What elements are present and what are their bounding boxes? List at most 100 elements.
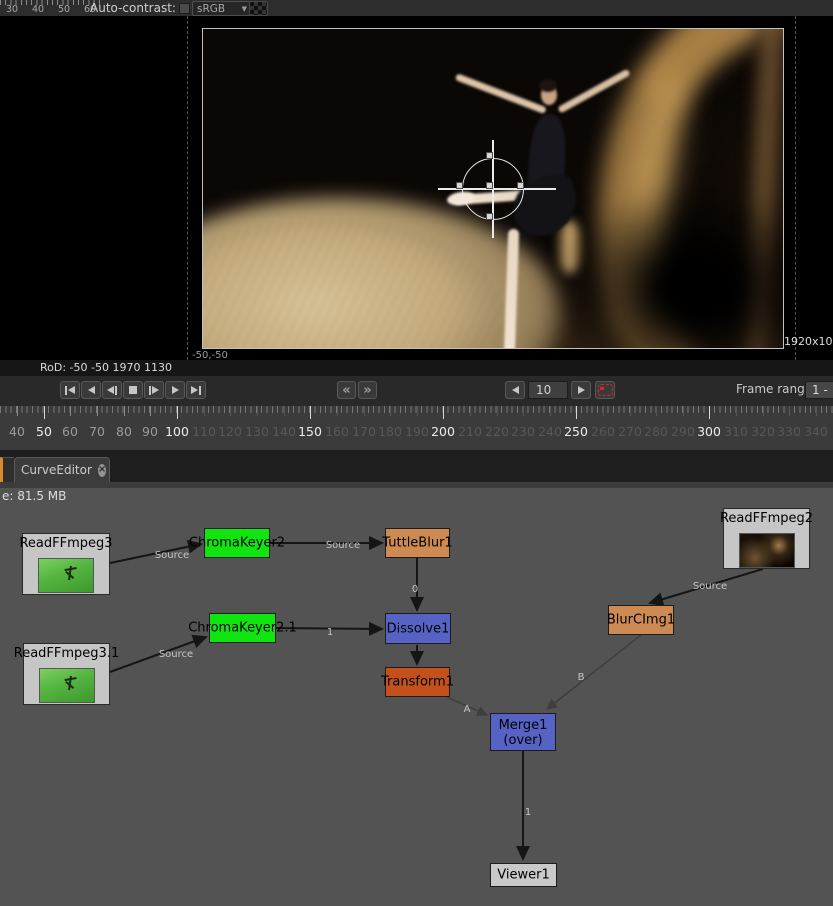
timeline-frame-number: 310 xyxy=(724,424,748,439)
prev-keyframe-icon: « xyxy=(342,384,350,397)
timeline-major-tick xyxy=(364,406,365,416)
transform-widget-circle[interactable] xyxy=(462,158,524,220)
step-forward-button[interactable] xyxy=(144,381,164,399)
ballerina-hair xyxy=(539,79,557,92)
node-dissolve1[interactable]: Dissolve1 xyxy=(385,613,451,644)
transport-controls: « » 10 Frame range 1 - xyxy=(0,376,833,406)
edge-blurcimg1-to-merge1[interactable] xyxy=(547,635,641,709)
greenscreen-thumbnail xyxy=(39,668,95,703)
timeline-frame-number: 280 xyxy=(644,424,668,439)
timeline-major-tick xyxy=(310,406,311,419)
timeline-major-tick xyxy=(124,406,125,416)
timeline-major-tick xyxy=(390,406,391,416)
skip-end-icon xyxy=(199,386,201,395)
node-label: Transform1 xyxy=(381,675,454,690)
transform-left-handle[interactable] xyxy=(456,182,463,189)
node-chromakeyer2-1[interactable]: ChromaKeyer2.1 xyxy=(209,613,276,643)
step-back-icon xyxy=(115,386,117,395)
play-forward-button[interactable] xyxy=(165,381,185,399)
play-backward-button[interactable] xyxy=(81,381,101,399)
play-fwd-icon xyxy=(172,386,179,394)
timeline-frame-number: 50 xyxy=(36,424,52,439)
next-frame-button[interactable] xyxy=(571,381,591,399)
timeline-major-tick xyxy=(736,406,737,416)
timeline-frame-number: 220 xyxy=(485,424,509,439)
timeline-major-tick xyxy=(17,406,18,416)
node-label: ReadFFmpeg3 xyxy=(19,536,112,551)
stop-button[interactable] xyxy=(123,381,143,399)
alpha-checkerboard-icon[interactable] xyxy=(249,1,268,16)
timeline-frame-number: 230 xyxy=(511,424,535,439)
adjacent-pane-tab-edge[interactable] xyxy=(0,457,14,483)
node-transform1[interactable]: Transform1 xyxy=(385,667,450,697)
cache-usage-label: e: 81.5 MB xyxy=(2,489,66,503)
transform-right-handle[interactable] xyxy=(517,182,524,189)
viewer-image[interactable] xyxy=(202,28,784,349)
scene-vignette xyxy=(563,188,784,349)
colorspace-dropdown[interactable]: sRGB ▼ xyxy=(192,1,252,16)
current-frame-field[interactable]: 10 xyxy=(528,381,568,399)
node-readffmpeg3-1[interactable]: ReadFFmpeg3.1 xyxy=(23,643,110,705)
edge-label: Source xyxy=(155,550,189,561)
node-tuttleblur1[interactable]: TuttleBlur1 xyxy=(385,528,450,558)
step-backward-button[interactable] xyxy=(102,381,122,399)
timeline-frame-number: 60 xyxy=(62,424,78,439)
node-viewer1[interactable]: Viewer1 xyxy=(490,863,557,887)
frame-range-label: Frame range xyxy=(736,382,812,396)
timeline-major-tick xyxy=(150,406,151,416)
goto-end-button[interactable] xyxy=(186,381,206,399)
viewer-pane[interactable]: 1920x1080 -50,-50 xyxy=(0,16,833,360)
next-keyframe-button[interactable]: » xyxy=(358,381,377,399)
timeline-frame-number: 140 xyxy=(272,424,296,439)
prev-frame-button[interactable] xyxy=(505,381,525,399)
timeline-frame-number: 100 xyxy=(165,424,189,439)
mini-ruler-number: 30 xyxy=(6,4,18,15)
prev-keyframe-button[interactable]: « xyxy=(337,381,356,399)
flipbook-icon xyxy=(598,384,613,396)
node-readffmpeg3[interactable]: ReadFFmpeg3 xyxy=(22,533,110,595)
transform-bottom-handle[interactable] xyxy=(486,213,493,220)
timeline-frame-number: 80 xyxy=(116,424,132,439)
timeline-frame-number: 200 xyxy=(431,424,455,439)
edge-label: 0 xyxy=(412,584,418,595)
play-back-icon xyxy=(88,386,95,394)
timeline-frame-number: 270 xyxy=(618,424,642,439)
resolution-label: 1920x1080 xyxy=(784,335,833,348)
frame-range-field[interactable]: 1 - xyxy=(805,381,833,399)
node-readffmpeg2[interactable]: ReadFFmpeg2 xyxy=(723,508,810,569)
timeline-frame-number: 150 xyxy=(298,424,322,439)
tab-curve-editor[interactable]: CurveEditor × xyxy=(14,457,110,482)
goto-start-button[interactable] xyxy=(60,381,80,399)
node-label: Dissolve1 xyxy=(387,621,450,636)
timeline-major-tick xyxy=(683,406,684,416)
timeline-major-tick xyxy=(204,406,205,416)
skip-end-icon xyxy=(191,386,198,394)
node-sublabel: (over) xyxy=(503,733,542,748)
node-graph[interactable]: SourceSource01SourceSourceAB1 e: 81.5 MB… xyxy=(0,488,833,906)
stop-icon xyxy=(129,386,137,394)
timeline-major-tick xyxy=(497,406,498,416)
transform-top-handle[interactable] xyxy=(486,152,493,159)
timeline-major-tick xyxy=(763,406,764,416)
node-label: TuttleBlur1 xyxy=(382,536,452,551)
flipbook-render-button[interactable] xyxy=(595,381,615,399)
timeline-major-tick xyxy=(44,406,45,419)
timeline-frame-number: 120 xyxy=(218,424,242,439)
timeline-frame-number: 330 xyxy=(777,424,801,439)
timeline-frame-number: 130 xyxy=(245,424,269,439)
auto-contrast-checkbox[interactable] xyxy=(179,3,190,14)
node-chromakeyer2[interactable]: ChromaKeyer2 xyxy=(204,528,270,558)
close-icon[interactable]: × xyxy=(98,464,106,477)
node-blurcimg1[interactable]: BlurCImg1 xyxy=(608,605,674,635)
timeline-major-tick xyxy=(284,406,285,416)
plate-thumbnail xyxy=(739,533,795,568)
pane-tab-bar: CurveEditor × xyxy=(0,450,833,482)
node-label: ChromaKeyer2.1 xyxy=(188,621,297,636)
timeline-major-tick xyxy=(656,406,657,416)
timeline-frame-number: 40 xyxy=(9,424,25,439)
node-merge1[interactable]: Merge1(over) xyxy=(490,713,556,751)
timeline-ruler[interactable]: 4050607080901001101201301401501601701801… xyxy=(0,406,833,455)
timeline-frame-number: 70 xyxy=(89,424,105,439)
timeline-frame-number: 240 xyxy=(538,424,562,439)
transform-center-handle[interactable] xyxy=(486,182,493,189)
